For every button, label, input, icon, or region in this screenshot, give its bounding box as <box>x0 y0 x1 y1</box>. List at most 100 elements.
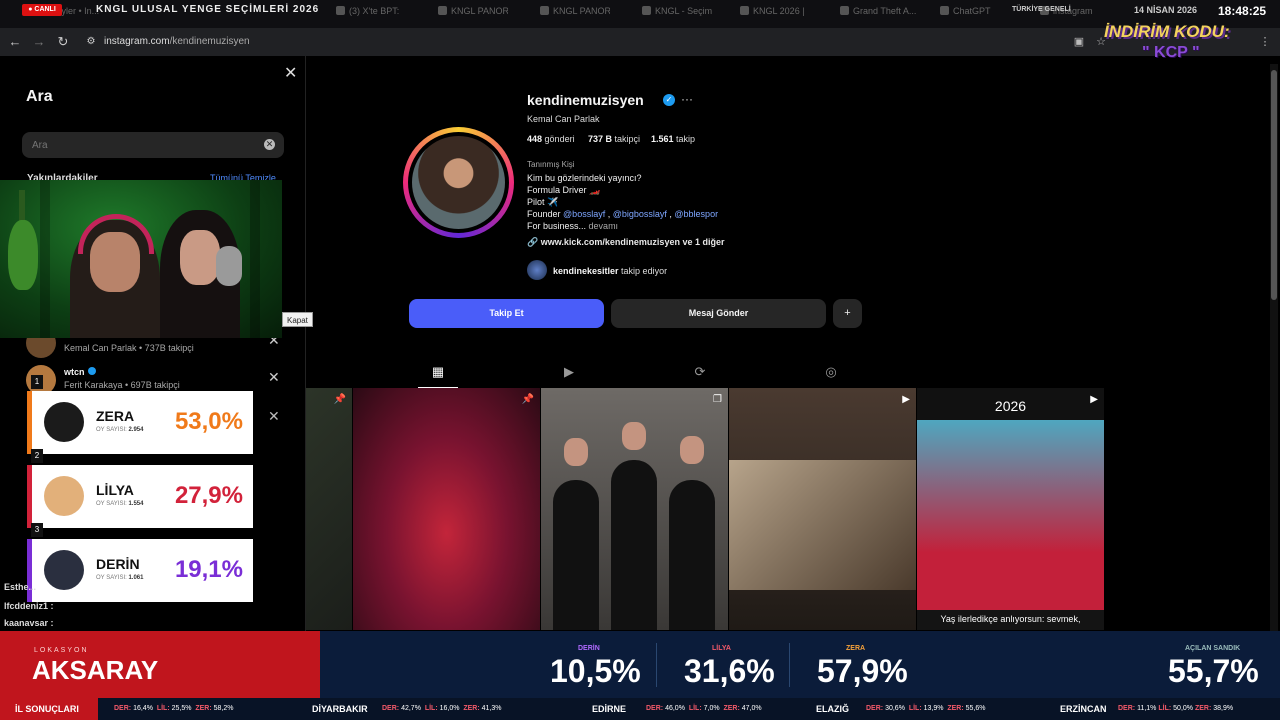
back-arrow-icon[interactable]: ← <box>8 35 22 49</box>
posts-count: 448 <box>527 134 543 144</box>
browser-tab[interactable]: KNGL PANOR <box>438 6 508 22</box>
following-stat[interactable]: 1.561 takip <box>651 134 695 144</box>
recent-item-subtitle: Ferit Karakaya • 697B takipçi <box>64 380 180 390</box>
following-count: 1.561 <box>651 134 674 144</box>
date-label: 14 NİSAN 2026 <box>1134 5 1198 15</box>
forward-arrow-icon[interactable]: → <box>32 35 46 49</box>
ticker-stats: DER: 16,4% LİL: 25,5% ZER: 58,2% <box>114 705 234 712</box>
candidate-avatar <box>44 476 84 516</box>
bio-more-link[interactable]: devamı <box>589 221 619 231</box>
event-title: KNGL ULUSAL YENGE SEÇİMLERİ 2026 <box>96 4 320 15</box>
website-link[interactable]: 🔗 www.kick.com/kendinemuzisyen ve 1 diğe… <box>527 237 724 248</box>
zer-key: ZER: <box>463 705 480 712</box>
message-button[interactable]: Mesaj Gönder <box>611 299 826 328</box>
lil-key: LİL: <box>1158 705 1172 712</box>
region-label: TÜRKİYE GENELİ <box>1012 6 1071 13</box>
site-info-icon[interactable]: ⚙ <box>84 35 98 49</box>
candidate-card: 1 ZERA OY SAYISI: 2.954 53,0% <box>27 375 253 454</box>
website-link-text: www.kick.com/kendinemuzisyen ve 1 diğer <box>540 237 725 247</box>
votes-count: 2.954 <box>128 427 144 433</box>
bio-founder-label: Founder <box>527 209 561 219</box>
tab-reposts-icon[interactable]: ⟳ <box>680 362 720 388</box>
guitar <box>8 220 38 290</box>
lil-key: LİL: <box>908 705 922 712</box>
zer-key: ZER: <box>723 705 740 712</box>
tab-favicon-icon <box>740 6 749 15</box>
install-app-icon[interactable]: ▣ <box>1072 35 1086 49</box>
candidate-avatar <box>44 402 84 442</box>
reel-icon: ▶ <box>1090 394 1098 405</box>
photo-face <box>564 438 588 466</box>
browser-tab[interactable]: Grand Theft A... <box>840 6 920 22</box>
post-thumbnail[interactable]: 📌 <box>306 388 352 630</box>
webcam-overlay <box>0 180 282 338</box>
tab-reels-icon[interactable]: ▶ <box>549 362 589 388</box>
curtain-fold <box>40 180 50 338</box>
lil-value: 16,0% <box>439 705 460 712</box>
url-path: /kendinemuzisyen <box>169 36 250 47</box>
post-thumbnail[interactable]: ▶ <box>729 388 916 630</box>
candidate-name: DERİN <box>96 556 140 572</box>
menu-dots-icon[interactable]: ⋮ <box>1258 35 1272 49</box>
zer-value: 58,2% <box>213 705 234 712</box>
votes-label: OY SAYISI: <box>96 427 127 433</box>
remove-icon[interactable]: ✕ <box>268 409 280 423</box>
add-user-icon[interactable]: + <box>833 299 862 328</box>
tab-label: ChatGPT <box>953 6 991 16</box>
location-label: LOKASYON <box>34 647 89 654</box>
tab-label: KNGL - Seçim <box>655 6 712 16</box>
candidate-rank: 2 <box>31 449 43 463</box>
verified-icon: ✓ <box>663 94 675 106</box>
votes-count: 1.554 <box>128 501 144 507</box>
scrollbar-thumb[interactable] <box>1271 70 1277 300</box>
post-thumbnail[interactable]: 2026 Yaş ilerledikçe anlıyorsun: sevmek,… <box>917 388 1104 630</box>
zer-key: ZER: <box>195 705 212 712</box>
more-options-icon[interactable]: ··· <box>681 92 693 106</box>
url-field[interactable]: instagram.com/kendinemuzisyen <box>104 36 250 47</box>
follow-button[interactable]: Takip Et <box>409 299 604 328</box>
clear-search-icon[interactable]: ✕ <box>264 139 275 150</box>
votes-count: 1.061 <box>128 575 144 581</box>
profile-full-name: Kemal Can Parlak <box>527 114 600 124</box>
turnout-percent: 55,7% <box>1168 653 1259 689</box>
close-icon[interactable]: ✕ <box>284 66 297 82</box>
browser-tab[interactable]: ChatGPT <box>940 6 1010 22</box>
tab-label: KNGL 2026 | <box>753 6 805 16</box>
tab-posts-grid-icon[interactable]: ▦ <box>418 362 458 388</box>
der-key: DER: <box>114 705 132 712</box>
tab-tagged-icon[interactable]: ◎ <box>811 362 851 388</box>
followed-by-label: takip ediyor <box>621 266 668 276</box>
candidate-card: 3 DERİN OY SAYISI: 1.061 19,1% <box>27 523 253 602</box>
tab-favicon-icon <box>540 6 549 15</box>
post-thumbnail[interactable]: 📌 <box>353 388 540 630</box>
bio-mention-link[interactable]: @bigbosslayf <box>613 209 667 219</box>
results-ticker: İL SONUÇLARI DER: 16,4% LİL: 25,5% ZER: … <box>0 698 1280 720</box>
browser-tab[interactable]: KNGL - Seçim <box>642 6 712 22</box>
bio-mention-link[interactable]: @bblespor <box>674 209 718 219</box>
post-caption-overlay: Yaş ilerledikçe anlıyorsun: sevmek, <box>940 614 1081 624</box>
tab-favicon-icon <box>642 6 651 15</box>
der-value: 30,6% <box>885 705 905 712</box>
profile-avatar[interactable] <box>403 127 514 238</box>
bio-mention-link[interactable]: @bosslayf <box>563 209 605 219</box>
der-value: 16,4% <box>133 705 153 712</box>
browser-tab[interactable]: KNGL PANOR <box>540 6 610 22</box>
zer-value: 38,9% <box>1213 705 1234 712</box>
lil-value: 25,5% <box>171 705 192 712</box>
browser-tab[interactable]: KNGL 2026 | <box>740 6 810 22</box>
remove-icon[interactable]: ✕ <box>268 369 280 386</box>
followers-stat[interactable]: 737 B takipçi <box>588 134 640 144</box>
photo-person <box>611 460 657 630</box>
post-thumbnail[interactable]: ❐ <box>541 388 728 630</box>
browser-tab[interactable]: (3) X'te BPT: <box>336 6 406 22</box>
post-year-overlay: 2026 <box>994 398 1027 414</box>
followed-by-text[interactable]: kendinekesitler takip ediyor <box>553 266 667 276</box>
pinned-icon: 📌 <box>521 394 534 405</box>
ticker-label: İL SONUÇLARI <box>0 698 98 720</box>
reload-icon[interactable]: ↻ <box>56 35 70 49</box>
search-title: Ara <box>26 88 53 105</box>
search-input[interactable] <box>22 132 284 158</box>
tab-label: Grand Theft A... <box>853 6 917 16</box>
bio-line: Kim bu gözlerindeki yayıncı? <box>527 173 642 183</box>
turnout-label: AÇILAN SANDIK <box>1185 645 1241 652</box>
